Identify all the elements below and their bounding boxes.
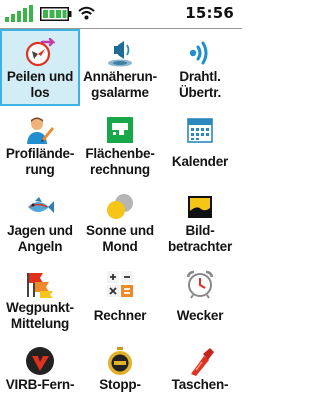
app-label: Jagen und Angeln [7,223,73,254]
fish-icon [25,192,55,222]
app-label: Drahtl. Übertr. [178,69,222,100]
app-label: VIRB-Fern- [5,377,75,392]
app-label: Kalender [171,154,229,169]
app-flaechenberechnung[interactable]: Flächenbe- rechnung [80,106,160,183]
app-label: Annäherun- gsalarme [83,69,157,100]
waypoint-averaging-icon [25,269,55,299]
app-peilen-und-los[interactable]: Peilen und los [0,29,80,106]
app-annaeherungsalarme[interactable]: Annäherun- gsalarme [80,29,160,106]
app-profilaenderung[interactable]: Profilände- rung [0,106,80,183]
app-virb-fernbedienung[interactable]: VIRB-Fern- [0,337,80,414]
app-stoppuhr[interactable]: Stopp- [80,337,160,414]
app-label: Rechner [93,308,147,323]
app-taschenlampe[interactable]: Taschen- [160,337,240,414]
stopwatch-icon [105,346,135,376]
app-label: Bild- betrachter [167,223,233,254]
sun-moon-icon [105,192,135,222]
battery-icon [40,7,72,21]
clock: 15:56 [185,4,234,22]
app-bildbetrachter[interactable]: Bild- betrachter [160,183,240,260]
app-label: Taschen- [171,377,229,392]
app-label: Wecker [176,308,224,323]
app-wegpunkt-mittelung[interactable]: Wegpunkt- Mittelung [0,260,80,337]
app-jagen-und-angeln[interactable]: Jagen und Angeln [0,183,80,260]
app-label: Wegpunkt- Mittelung [6,300,74,331]
profile-change-icon [25,115,55,145]
app-rechner[interactable]: Rechner [80,260,160,337]
app-drahtl-uebertr[interactable]: Drahtl. Übertr. [160,29,240,106]
calculator-icon [105,269,135,299]
flashlight-icon [185,346,215,376]
app-label: Profilände- rung [5,146,75,177]
virb-remote-icon [25,346,55,376]
signal-strength-icon [5,5,33,22]
wireless-transfer-icon [185,38,215,68]
app-grid: Peilen und los Annäherun- gsalarme Draht… [0,29,242,402]
app-wecker[interactable]: Wecker [160,260,240,337]
alarm-clock-icon [185,269,215,299]
status-bar: 15:56 [0,0,242,29]
app-label: Peilen und los [6,69,74,100]
wifi-icon [78,6,95,20]
calendar-icon [185,115,215,145]
compass-arrow-icon [25,38,55,68]
app-kalender[interactable]: Kalender [160,106,240,183]
app-sonne-und-mond[interactable]: Sonne und Mond [80,183,160,260]
app-label: Flächenbe- rechnung [85,146,155,177]
app-label: Stopp- [99,377,141,392]
app-label: Sonne und Mond [86,223,154,254]
area-calculation-icon [105,115,135,145]
proximity-alarm-icon [105,38,135,68]
image-viewer-icon [185,192,215,222]
